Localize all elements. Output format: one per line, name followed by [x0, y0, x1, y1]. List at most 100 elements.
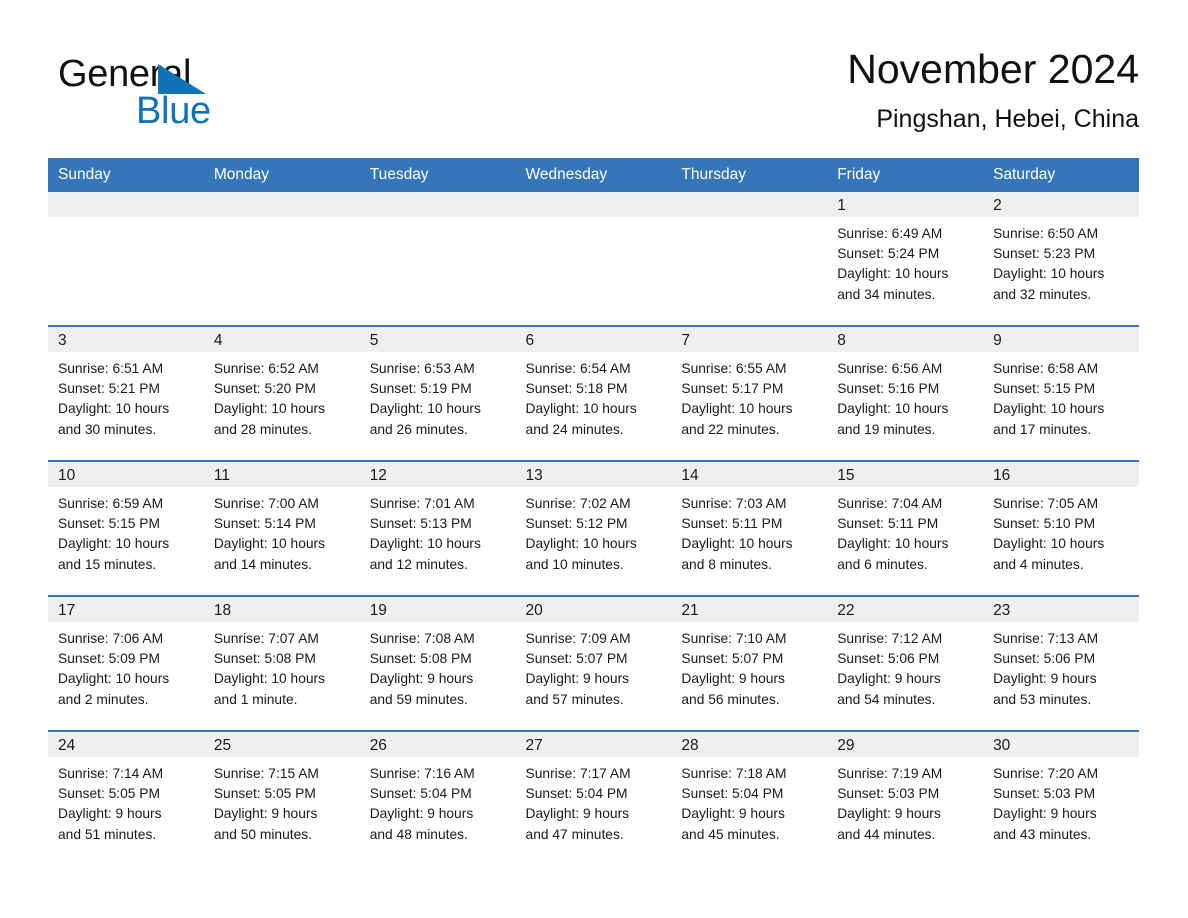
calendar-day-cell[interactable]: 14 Sunrise: 7:03 AM Sunset: 5:11 PM Dayligh… [671, 460, 828, 596]
calendar-day-cell[interactable]: 17 Sunrise: 7:06 AM Sunset: 5:09 PM Dayligh… [48, 595, 204, 731]
calendar-day-cell[interactable]: 28 Sunrise: 7:18 AM Sunset: 5:04 PM Dayligh… [671, 730, 828, 865]
day-number-band [203, 192, 360, 217]
calendar-day-cell[interactable]: 2 Sunrise: 6:50 AM Sunset: 5:23 PM Daylight… [983, 192, 1139, 326]
calendar-day-cell[interactable]: 13 Sunrise: 7:02 AM Sunset: 5:12 PM Dayligh… [515, 460, 672, 596]
sunset-text: Sunset: 5:11 PM [681, 516, 783, 532]
day-details: Sunrise: 6:58 AM Sunset: 5:15 PM Daylight:… [983, 352, 1139, 440]
calendar-day-cell[interactable]: 7 Sunrise: 6:55 AM Sunset: 5:17 PM Daylight… [671, 325, 828, 461]
day-number-band: 18 [203, 597, 360, 622]
daylight-text-line1: Daylight: 9 hours [213, 806, 318, 822]
daylight-text-line2: and 48 minutes. [369, 826, 468, 842]
daylight-text-line1: Daylight: 10 hours [837, 401, 949, 417]
day-number-band: 3 [48, 327, 204, 352]
title-block: November 2024 Pingshan, Hebei, China [847, 44, 1139, 136]
day-details: Sunrise: 6:52 AM Sunset: 5:20 PM Daylight:… [204, 352, 360, 440]
daylight-text-line1: Daylight: 10 hours [58, 671, 170, 687]
calendar-day-cell[interactable]: 27 Sunrise: 7:17 AM Sunset: 5:04 PM Dayligh… [515, 730, 672, 865]
weekday-header-row: Sunday Monday Tuesday Wednesday Thursday… [48, 158, 1139, 192]
sunset-text: Sunset: 5:04 PM [681, 786, 784, 802]
calendar-day-cell-empty [359, 192, 516, 326]
day-number: 1 [837, 197, 846, 214]
day-number-band: 24 [48, 732, 204, 757]
calendar-grid: Sunday Monday Tuesday Wednesday Thursday… [48, 158, 1139, 865]
day-number-band: 4 [203, 327, 360, 352]
daylight-text-line1: Daylight: 9 hours [681, 806, 785, 822]
day-number-band: 5 [359, 327, 516, 352]
calendar-day-cell[interactable]: 24 Sunrise: 7:14 AM Sunset: 5:05 PM Dayligh… [48, 730, 204, 865]
sunrise-text: Sunrise: 7:09 AM [525, 631, 631, 646]
day-details: Sunrise: 6:56 AM Sunset: 5:16 PM Daylight:… [827, 352, 983, 440]
day-number: 9 [993, 332, 1002, 349]
day-number-band: 19 [359, 597, 516, 622]
day-details: Sunrise: 7:19 AM Sunset: 5:03 PM Daylight:… [827, 757, 983, 845]
daylight-text-line2: and 2 minutes. [58, 691, 149, 707]
calendar-day-cell[interactable]: 11 Sunrise: 7:00 AM Sunset: 5:14 PM Dayligh… [203, 460, 360, 596]
sunrise-text: Sunrise: 7:12 AM [837, 631, 943, 646]
day-details: Sunrise: 7:16 AM Sunset: 5:04 PM Daylight:… [360, 757, 516, 845]
sunrise-text: Sunrise: 6:52 AM [213, 361, 319, 376]
sunset-text: Sunset: 5:11 PM [837, 516, 939, 532]
day-number: 22 [837, 602, 855, 619]
calendar-day-cell[interactable]: 15 Sunrise: 7:04 AM Sunset: 5:11 PM Dayligh… [827, 460, 984, 596]
day-number-band: 21 [671, 597, 828, 622]
day-number: 13 [525, 467, 543, 484]
calendar-day-cell[interactable]: 3 Sunrise: 6:51 AM Sunset: 5:21 PM Daylight… [48, 325, 204, 461]
calendar-day-cell-empty [515, 192, 672, 326]
calendar-day-cell[interactable]: 21 Sunrise: 7:10 AM Sunset: 5:07 PM Dayligh… [671, 595, 828, 731]
day-details: Sunrise: 6:50 AM Sunset: 5:23 PM Daylight:… [983, 217, 1139, 305]
calendar-day-cell[interactable]: 12 Sunrise: 7:01 AM Sunset: 5:13 PM Dayligh… [359, 460, 516, 596]
daylight-text-line1: Daylight: 10 hours [213, 536, 326, 552]
sunset-text: Sunset: 5:15 PM [993, 381, 1096, 397]
day-details: Sunrise: 7:02 AM Sunset: 5:12 PM Daylight:… [516, 487, 672, 575]
sunset-text: Sunset: 5:17 PM [681, 381, 784, 397]
sunset-text: Sunset: 5:05 PM [213, 786, 316, 802]
day-number: 18 [213, 602, 232, 619]
calendar-day-cell[interactable]: 30 Sunrise: 7:20 AM Sunset: 5:03 PM Dayligh… [983, 730, 1139, 865]
day-details: Sunrise: 6:53 AM Sunset: 5:19 PM Daylight:… [360, 352, 516, 440]
generalblue-logo[interactable]: General Blue [58, 52, 358, 144]
calendar-day-cell[interactable]: 16 Sunrise: 7:05 AM Sunset: 5:10 PM Dayligh… [983, 460, 1139, 596]
calendar-day-cell[interactable]: 22 Sunrise: 7:12 AM Sunset: 5:06 PM Dayligh… [827, 595, 984, 731]
calendar-page: General Blue November 2024 Pingshan, Heb… [0, 0, 1188, 918]
daylight-text-line2: and 15 minutes. [58, 556, 157, 572]
day-number: 19 [369, 602, 387, 619]
calendar-day-cell[interactable]: 8 Sunrise: 6:56 AM Sunset: 5:16 PM Daylight… [827, 325, 984, 461]
daylight-text-line1: Daylight: 9 hours [58, 806, 162, 822]
sunset-text: Sunset: 5:08 PM [213, 651, 316, 667]
daylight-text-line1: Daylight: 10 hours [993, 536, 1105, 552]
daylight-text-line1: Daylight: 9 hours [525, 671, 630, 687]
daylight-text-line1: Daylight: 10 hours [369, 536, 481, 552]
calendar-day-cell[interactable]: 10 Sunrise: 6:59 AM Sunset: 5:15 PM Dayligh… [48, 460, 204, 596]
daylight-text-line1: Daylight: 10 hours [58, 536, 170, 552]
sunrise-text: Sunrise: 6:49 AM [837, 226, 943, 241]
calendar-day-cell[interactable]: 4 Sunrise: 6:52 AM Sunset: 5:20 PM Daylight… [203, 325, 360, 461]
logo-text-blue: Blue [136, 90, 211, 132]
page-header: General Blue November 2024 Pingshan, Heb… [48, 44, 1139, 150]
daylight-text-line2: and 45 minutes. [681, 826, 780, 842]
day-number: 17 [58, 602, 76, 619]
calendar-day-cell[interactable]: 19 Sunrise: 7:08 AM Sunset: 5:08 PM Dayligh… [359, 595, 516, 731]
day-number: 27 [525, 737, 543, 754]
calendar-day-cell[interactable]: 18 Sunrise: 7:07 AM Sunset: 5:08 PM Dayligh… [203, 595, 360, 731]
daylight-text-line1: Daylight: 9 hours [837, 671, 941, 687]
calendar-day-cell[interactable]: 1 Sunrise: 6:49 AM Sunset: 5:24 PM Daylight… [827, 192, 984, 326]
day-number: 10 [58, 467, 76, 484]
sunset-text: Sunset: 5:12 PM [525, 516, 628, 532]
sunset-text: Sunset: 5:05 PM [58, 786, 161, 802]
sunset-text: Sunset: 5:09 PM [58, 651, 161, 667]
calendar-day-cell[interactable]: 29 Sunrise: 7:19 AM Sunset: 5:03 PM Dayligh… [827, 730, 984, 865]
calendar-day-cell[interactable]: 6 Sunrise: 6:54 AM Sunset: 5:18 PM Daylight… [515, 325, 672, 461]
sunrise-text: Sunrise: 7:04 AM [837, 496, 943, 511]
day-number-band: 9 [983, 327, 1139, 352]
calendar-day-cell[interactable]: 9 Sunrise: 6:58 AM Sunset: 5:15 PM Daylight… [983, 325, 1139, 461]
day-number-band: 10 [48, 462, 204, 487]
calendar-day-cell[interactable]: 20 Sunrise: 7:09 AM Sunset: 5:07 PM Dayligh… [515, 595, 672, 731]
calendar-day-cell[interactable]: 23 Sunrise: 7:13 AM Sunset: 5:06 PM Dayligh… [983, 595, 1139, 731]
calendar-day-cell[interactable]: 25 Sunrise: 7:15 AM Sunset: 5:05 PM Dayligh… [203, 730, 360, 865]
day-number: 2 [993, 197, 1002, 214]
calendar-day-cell[interactable]: 5 Sunrise: 6:53 AM Sunset: 5:19 PM Daylight… [359, 325, 516, 461]
day-number: 5 [369, 332, 379, 349]
day-details: Sunrise: 6:51 AM Sunset: 5:21 PM Daylight:… [48, 352, 204, 440]
day-number-band: 8 [827, 327, 984, 352]
calendar-day-cell[interactable]: 26 Sunrise: 7:16 AM Sunset: 5:04 PM Dayligh… [359, 730, 516, 865]
